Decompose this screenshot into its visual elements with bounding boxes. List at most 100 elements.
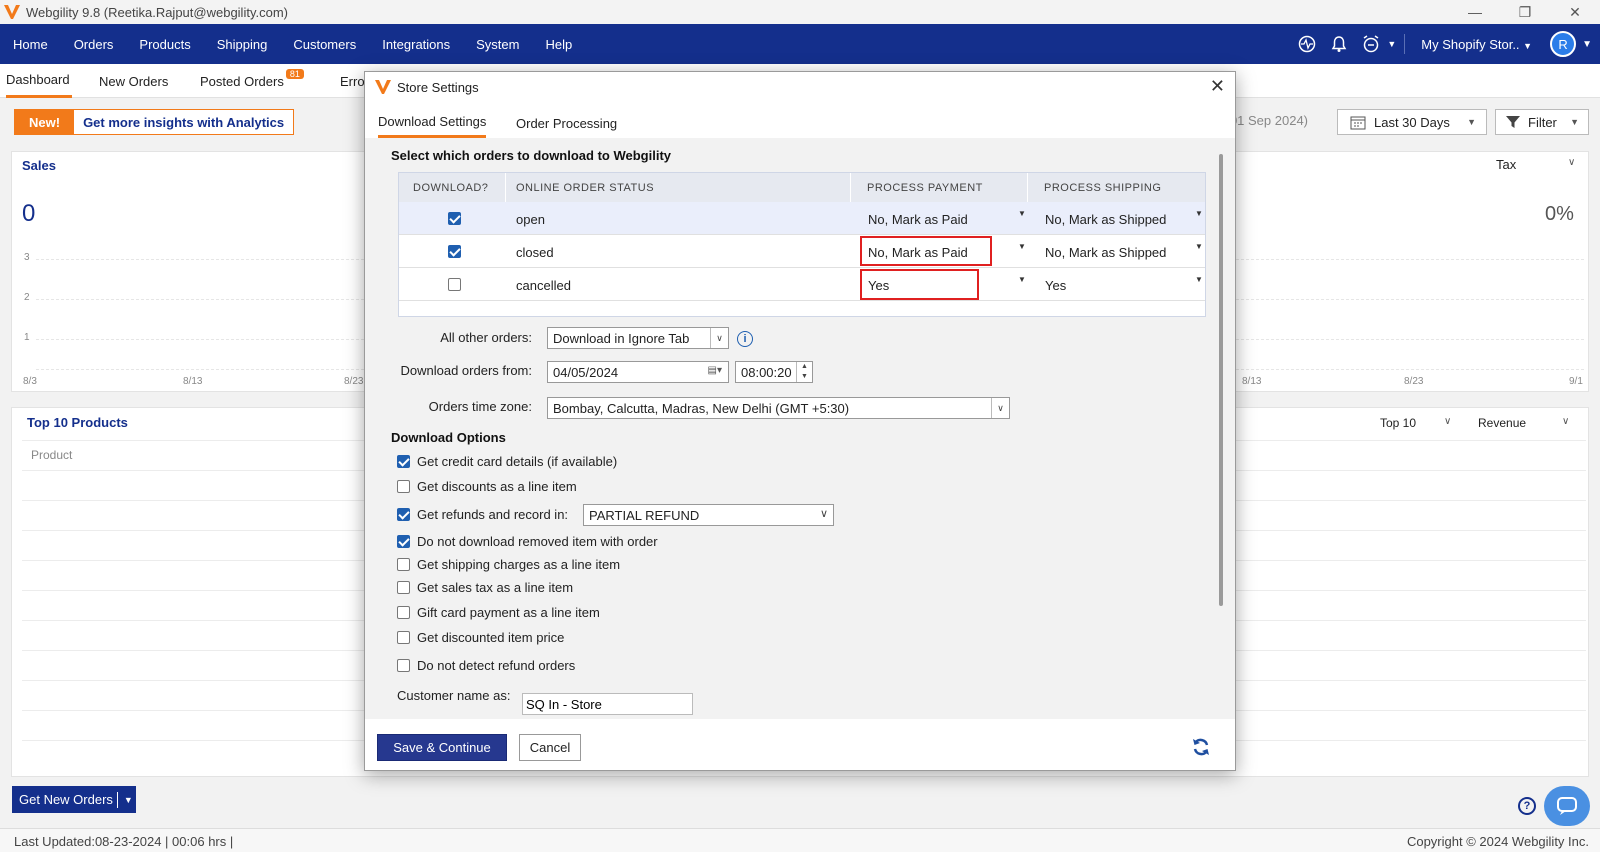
cancel-button[interactable]: Cancel xyxy=(519,734,581,761)
download-checkbox[interactable] xyxy=(448,212,461,225)
tab-posted-orders[interactable]: Posted Orders 81 xyxy=(200,64,304,98)
shipping-caret-icon[interactable]: ▼ xyxy=(1195,275,1203,284)
sales-card-title: Sales xyxy=(22,158,56,173)
alarm-clock-icon[interactable] xyxy=(1355,24,1387,64)
nav-system[interactable]: System xyxy=(463,24,532,64)
revenue-caret-icon[interactable]: ∨ xyxy=(1562,416,1569,427)
refund-detect-checkbox[interactable] xyxy=(397,659,410,672)
col-process-payment: PROCESS PAYMENT xyxy=(867,181,983,194)
refresh-icon[interactable] xyxy=(1191,737,1211,757)
option-label: Get discounts as a line item xyxy=(417,479,577,494)
tab-download-settings[interactable]: Download Settings xyxy=(378,108,487,138)
analytics-promo[interactable]: New! Get more insights with Analytics xyxy=(14,109,295,135)
discounted-price-checkbox[interactable] xyxy=(397,631,410,644)
option-gift-card[interactable]: Gift card payment as a line item xyxy=(397,605,600,620)
nav-home[interactable]: Home xyxy=(0,24,61,64)
save-continue-button[interactable]: Save & Continue xyxy=(377,734,507,761)
shipping-caret-icon[interactable]: ▼ xyxy=(1195,209,1203,218)
download-checkbox[interactable] xyxy=(448,278,461,291)
webgility-logo-icon xyxy=(375,80,391,94)
download-from-time[interactable]: 08:00:20 ▲ ▼ xyxy=(735,361,813,383)
minimize-icon[interactable]: — xyxy=(1450,0,1500,24)
restore-icon[interactable]: ❐ xyxy=(1500,0,1550,24)
shipping-select[interactable]: No, Mark as Shipped xyxy=(1045,212,1166,227)
discounts-checkbox[interactable] xyxy=(397,480,410,493)
info-icon[interactable]: i xyxy=(737,331,753,347)
option-discounts[interactable]: Get discounts as a line item xyxy=(397,479,577,494)
main-navbar: Home Orders Products Shipping Customers … xyxy=(0,24,1600,64)
tab-dashboard[interactable]: Dashboard xyxy=(6,64,72,98)
payment-caret-icon[interactable]: ▼ xyxy=(1018,275,1026,284)
option-refunds[interactable]: Get refunds and record in: xyxy=(397,507,568,522)
shipping-select[interactable]: Yes xyxy=(1045,278,1066,293)
all-other-orders-select[interactable]: Download in Ignore Tab ∨ xyxy=(547,327,729,349)
nav-orders[interactable]: Orders xyxy=(61,24,127,64)
payment-select[interactable]: No, Mark as Paid xyxy=(868,212,968,227)
payment-caret-icon[interactable]: ▼ xyxy=(1018,242,1026,251)
payment-caret-icon[interactable]: ▼ xyxy=(1018,209,1026,218)
close-window-icon[interactable]: ✕ xyxy=(1550,0,1600,24)
revenue-select[interactable]: Revenue xyxy=(1478,416,1526,430)
download-from-date[interactable]: 04/05/2024 ▤▾ xyxy=(547,361,729,383)
option-refund-detect[interactable]: Do not detect refund orders xyxy=(397,658,575,673)
y-tick: 2 xyxy=(24,292,30,303)
top10-select[interactable]: Top 10 xyxy=(1380,416,1416,430)
tab-errors[interactable]: Erro xyxy=(340,64,365,98)
bell-icon[interactable] xyxy=(1323,24,1355,64)
tab-order-processing[interactable]: Order Processing xyxy=(516,108,617,138)
time-spinner-icon[interactable]: ▲ ▼ xyxy=(796,362,812,382)
option-removed-item[interactable]: Do not download removed item with order xyxy=(397,534,658,549)
analytics-link[interactable]: Get more insights with Analytics xyxy=(74,110,294,134)
removed-item-checkbox[interactable] xyxy=(397,535,410,548)
chevron-down-icon: ∨ xyxy=(991,398,1009,418)
filter-button[interactable]: Filter ▼ xyxy=(1495,109,1589,135)
customer-name-input[interactable] xyxy=(522,693,693,715)
nav-integrations[interactable]: Integrations xyxy=(369,24,463,64)
option-sales-tax[interactable]: Get sales tax as a line item xyxy=(397,580,573,595)
product-column-header: Product xyxy=(31,448,73,462)
gift-card-checkbox[interactable] xyxy=(397,606,410,619)
dialog-header: Store Settings ✕ xyxy=(365,72,1235,102)
get-new-orders-button[interactable]: Get New Orders ▼ xyxy=(12,786,136,813)
shipping-caret-icon[interactable]: ▼ xyxy=(1195,242,1203,251)
avatar-caret-icon[interactable]: ▼ xyxy=(1582,39,1592,50)
tax-caret-icon[interactable]: ∨ xyxy=(1568,157,1575,168)
get-orders-caret-icon[interactable]: ▼ xyxy=(124,795,133,805)
refund-record-select[interactable]: PARTIAL REFUND ∨ xyxy=(583,504,834,526)
option-credit-card[interactable]: Get credit card details (if available) xyxy=(397,454,617,469)
nav-products[interactable]: Products xyxy=(126,24,203,64)
help-icon[interactable]: ? xyxy=(1518,797,1536,815)
close-icon[interactable]: ✕ xyxy=(1210,76,1225,97)
period-label: Last 30 Days xyxy=(1374,114,1450,130)
order-status: open xyxy=(516,212,545,227)
timezone-select[interactable]: Bombay, Calcutta, Madras, New Delhi (GMT… xyxy=(547,397,1010,419)
calendar-dropdown-icon[interactable]: ▤▾ xyxy=(708,365,722,376)
period-dropdown[interactable]: Last 30 Days ▼ xyxy=(1337,109,1487,135)
activity-icon[interactable] xyxy=(1291,24,1323,64)
option-shipping-charges[interactable]: Get shipping charges as a line item xyxy=(397,557,620,572)
shipping-select[interactable]: No, Mark as Shipped xyxy=(1045,245,1166,260)
posted-orders-badge: 81 xyxy=(285,69,304,79)
nav-shipping[interactable]: Shipping xyxy=(204,24,281,64)
nav-help[interactable]: Help xyxy=(532,24,585,64)
store-selector[interactable]: My Shopify Stor.. ▼ xyxy=(1413,37,1540,52)
window-titlebar: Webgility 9.8 (Reetika.Rajput@webgility.… xyxy=(0,0,1600,24)
credit-card-checkbox[interactable] xyxy=(397,455,410,468)
option-discounted-price[interactable]: Get discounted item price xyxy=(397,630,564,645)
refunds-checkbox[interactable] xyxy=(397,508,410,521)
download-checkbox[interactable] xyxy=(448,245,461,258)
chat-button[interactable] xyxy=(1544,786,1590,826)
top10-caret-icon[interactable]: ∨ xyxy=(1444,416,1451,427)
filter-caret-icon: ▼ xyxy=(1570,117,1579,127)
alarm-caret-icon[interactable]: ▼ xyxy=(1387,39,1396,49)
dialog-footer: Save & Continue Cancel xyxy=(365,719,1235,770)
dialog-scrollbar[interactable] xyxy=(1219,154,1223,606)
order-status-table: DOWNLOAD? ONLINE ORDER STATUS PROCESS PA… xyxy=(398,172,1206,317)
nav-customers[interactable]: Customers xyxy=(280,24,369,64)
tab-new-orders[interactable]: New Orders xyxy=(99,64,168,98)
user-avatar[interactable]: R xyxy=(1550,31,1577,57)
x-tick: 8/13 xyxy=(183,376,203,387)
order-status: cancelled xyxy=(516,278,571,293)
sales-tax-checkbox[interactable] xyxy=(397,581,410,594)
shipping-charges-checkbox[interactable] xyxy=(397,558,410,571)
